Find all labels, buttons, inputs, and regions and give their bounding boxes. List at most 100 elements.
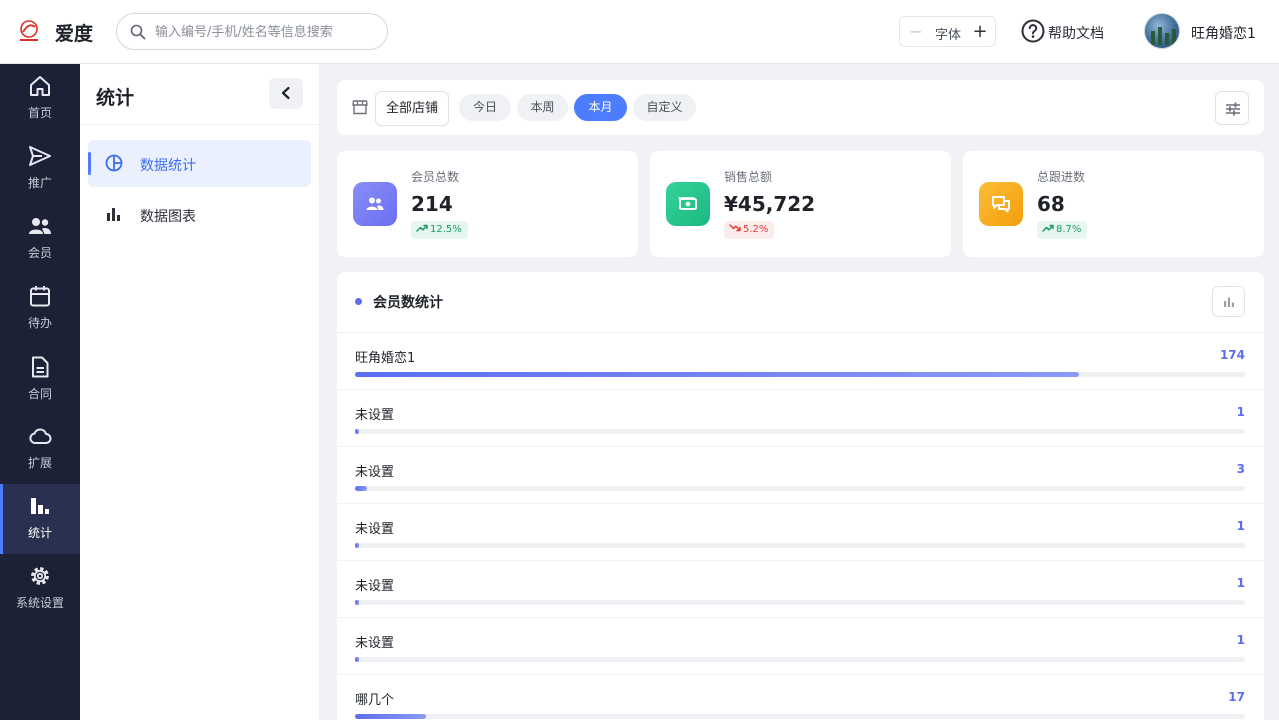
font-decrease-button[interactable]: − <box>909 22 923 42</box>
bar-chart-icon <box>31 498 49 514</box>
collapse-sidebar-button[interactable] <box>269 78 303 109</box>
nav-item-todo[interactable]: 待办 <box>0 274 80 344</box>
trend-down-icon <box>729 224 741 232</box>
range-custom[interactable]: 自定义 <box>633 94 696 121</box>
nav-item-statistics[interactable]: 统计 <box>0 484 80 554</box>
bar-track <box>355 657 1245 662</box>
users-icon <box>29 218 51 234</box>
calendar-icon <box>30 286 50 307</box>
stat-value: 214 <box>411 192 453 216</box>
nav-item-promotion[interactable]: 推广 <box>0 134 80 204</box>
members-icon <box>353 182 397 226</box>
sliders-icon <box>1226 102 1240 116</box>
bar-fill <box>355 543 360 548</box>
bar-track <box>355 372 1245 377</box>
nav-item-label: 会员 <box>27 246 52 260</box>
nav-item-members[interactable]: 会员 <box>0 204 80 274</box>
cloud-icon <box>29 428 52 444</box>
row-label: 未设置 <box>355 636 395 651</box>
table-row: 未设置 1 <box>337 504 1264 561</box>
search-box[interactable] <box>116 13 388 50</box>
stat-value: 68 <box>1037 192 1065 216</box>
stat-label: 会员总数 <box>411 170 460 184</box>
bar-track <box>355 714 1245 719</box>
row-label: 未设置 <box>355 579 395 594</box>
table-row: 未设置 1 <box>337 390 1264 447</box>
search-input[interactable] <box>155 22 375 42</box>
font-label: 字体 <box>935 28 962 43</box>
row-label: 哪几个 <box>355 693 395 708</box>
divider <box>80 124 320 125</box>
main-nav: 首页 推广 会员 待办 合同 扩展 统计 系统设置 <box>0 64 80 720</box>
chat-icon <box>979 182 1023 226</box>
stat-card-members: 会员总数 214 12.5% <box>337 151 638 257</box>
range-today[interactable]: 今日 <box>459 94 511 121</box>
font-increase-button[interactable]: + <box>972 21 988 43</box>
filter-bar: 全部店铺 今日 本周 本月 自定义 <box>337 80 1264 135</box>
bar-chart-icon <box>1224 297 1234 307</box>
row-value: 1 <box>1236 519 1245 533</box>
brand-name: 爱度 <box>55 23 94 45</box>
trend-value: 8.7% <box>1056 224 1082 235</box>
title-dot <box>355 298 362 305</box>
nav-item-contract[interactable]: 合同 <box>0 345 80 415</box>
row-label: 旺角婚恋1 <box>355 351 416 366</box>
row-label: 未设置 <box>355 465 395 480</box>
trend-badge: 8.7% <box>1037 221 1088 239</box>
nav-item-label: 首页 <box>27 106 52 120</box>
chevron-left-icon <box>281 86 290 100</box>
nav-item-label: 系统设置 <box>15 596 64 610</box>
table-row: 未设置 3 <box>337 447 1264 504</box>
range-month[interactable]: 本月 <box>574 94 627 121</box>
bar-track <box>355 543 1245 548</box>
nav-item-label: 推广 <box>27 176 52 190</box>
stat-value: ¥45,722 <box>724 192 816 216</box>
trend-up-icon <box>416 224 428 232</box>
nav-item-extension[interactable]: 扩展 <box>0 414 80 484</box>
bar-track <box>355 600 1245 605</box>
brand-logo-icon <box>20 20 38 41</box>
filter-settings-button[interactable] <box>1215 91 1249 125</box>
nav-item-home[interactable]: 首页 <box>0 64 80 134</box>
nav-item-settings[interactable]: 系统设置 <box>0 554 80 624</box>
sidebar-item-label: 数据图表 <box>140 209 196 225</box>
trend-badge: 12.5% <box>411 221 468 239</box>
bar-fill <box>355 600 360 605</box>
user-name: 旺角婚恋1 <box>1191 26 1256 42</box>
home-icon <box>30 76 50 96</box>
row-label: 未设置 <box>355 522 395 537</box>
avatar <box>1144 13 1180 49</box>
member-count-panel: 会员数统计 旺角婚恋1 174 未设置 1 未设置 3 未设置 1 未设置 1 未设置 1 哪几个 17 <box>337 272 1264 720</box>
row-value: 1 <box>1236 405 1245 419</box>
nav-item-label: 合同 <box>27 387 52 401</box>
stat-label: 销售总额 <box>724 170 773 184</box>
pie-chart-icon <box>105 154 123 172</box>
bar-track <box>355 429 1245 434</box>
statistics-sidebar: 统计 数据统计 数据图表 <box>80 64 320 720</box>
sidebar-title: 统计 <box>96 87 135 109</box>
store-select[interactable]: 全部店铺 <box>375 91 449 126</box>
font-size-control: − 字体 + <box>899 16 996 47</box>
row-label: 未设置 <box>355 408 395 423</box>
sidebar-item-data-charts[interactable]: 数据图表 <box>88 191 311 238</box>
bar-fill <box>355 429 360 434</box>
row-value: 1 <box>1236 633 1245 647</box>
stat-label: 总跟进数 <box>1037 170 1086 184</box>
bar-fill <box>355 657 360 662</box>
gear-icon <box>31 567 49 585</box>
sidebar-item-data-statistics[interactable]: 数据统计 <box>88 140 311 187</box>
row-value: 174 <box>1219 348 1245 362</box>
send-icon <box>29 146 51 166</box>
range-week[interactable]: 本周 <box>517 94 568 121</box>
help-docs-label: 帮助文档 <box>1048 26 1104 42</box>
table-row: 未设置 1 <box>337 618 1264 675</box>
bar-fill <box>355 486 368 491</box>
bar-fill <box>355 372 1079 377</box>
sidebar-item-label: 数据统计 <box>140 158 196 174</box>
top-header: 爱度 − 字体 + 帮助文档 旺角婚恋1 <box>0 0 1279 64</box>
bar-chart-icon <box>107 208 120 221</box>
search-icon <box>130 24 146 40</box>
chart-view-button[interactable] <box>1212 286 1245 317</box>
nav-item-label: 待办 <box>27 316 52 330</box>
bar-fill <box>355 714 426 719</box>
